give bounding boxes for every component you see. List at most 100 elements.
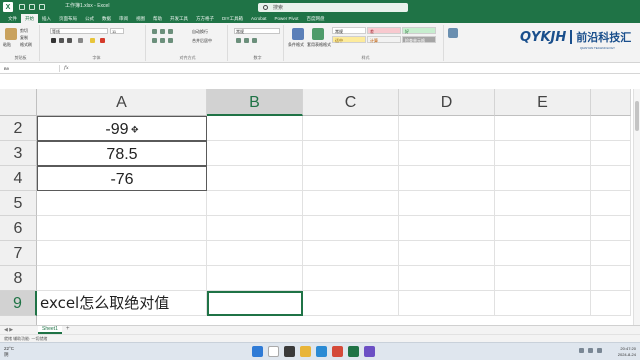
cell-c2[interactable] [303,116,399,141]
bold-icon[interactable] [51,38,56,43]
column-header-a[interactable]: A [37,89,207,116]
cell-a6[interactable] [37,216,207,241]
number-format-select[interactable]: 常规 [234,28,280,34]
cell-d3[interactable] [399,141,495,166]
row-header-5[interactable]: 5 [0,191,37,216]
ribbon-tab[interactable]: 方方格子 [192,14,218,23]
border-icon[interactable] [78,38,83,43]
cell-e3[interactable] [495,141,591,166]
cell-c8[interactable] [303,266,399,291]
cell-c6[interactable] [303,216,399,241]
cell-a8[interactable] [37,266,207,291]
sheet-tab[interactable]: Sheet1 [38,326,62,334]
percent-icon[interactable] [244,38,249,43]
table-format-icon[interactable] [312,28,324,40]
cell-b2[interactable] [207,116,303,141]
cell-d5[interactable] [399,191,495,216]
vertical-scrollbar[interactable] [633,89,640,325]
excel-taskbar-icon[interactable] [348,346,359,357]
cell-c9[interactable] [303,291,399,316]
column-header-stub[interactable] [591,89,631,116]
font-color-icon[interactable] [100,38,105,43]
style-normal[interactable]: 常规 [332,27,366,34]
search-box[interactable]: 搜索 [258,3,408,12]
column-header-c[interactable]: C [303,89,399,116]
cell-a7[interactable] [37,241,207,266]
fx-icon[interactable]: fx [64,65,69,71]
table-format-button[interactable]: 套用表格格式 [307,42,331,48]
battery-icon[interactable] [597,348,602,353]
comma-icon[interactable] [252,38,257,43]
row-header-9[interactable]: 9 [0,291,37,316]
name-box[interactable]: B9 [2,65,60,72]
ribbon-tab[interactable]: 插入 [38,14,55,23]
style-neutral[interactable]: 适中 [332,36,366,43]
conditional-format-button[interactable]: 条件格式 [288,42,304,48]
currency-icon[interactable] [236,38,241,43]
cell-c7[interactable] [303,241,399,266]
row-header-7[interactable]: 7 [0,241,37,266]
insert-cells-icon[interactable] [448,28,458,38]
cell-e4[interactable] [495,166,591,191]
ribbon-tab[interactable]: 视图 [132,14,149,23]
ribbon-tab[interactable]: 开发工具 [166,14,192,23]
style-good[interactable]: 好 [402,27,436,34]
cell-a2[interactable]: -99 ✥ [37,116,207,141]
ribbon-tab[interactable]: 百度网盘 [303,14,329,23]
cell-b9[interactable] [207,291,303,316]
save-icon[interactable] [29,4,35,10]
cell-e7[interactable] [495,241,591,266]
cell-b6[interactable] [207,216,303,241]
cell-a4[interactable]: -76 [37,166,207,191]
cell-d9[interactable] [399,291,495,316]
column-header-d[interactable]: D [399,89,495,116]
cell-b8[interactable] [207,266,303,291]
cell-d8[interactable] [399,266,495,291]
ribbon-tab[interactable]: 审阅 [115,14,132,23]
undo-icon[interactable] [39,4,45,10]
style-calculation[interactable]: 计算 [367,36,401,43]
ribbon-tab[interactable]: 开始 [21,14,38,23]
merge-center-button[interactable]: 合并后居中 [192,38,212,44]
ribbon-tab[interactable]: 公式 [81,14,98,23]
sheet-nav-arrows[interactable]: ◀ ▶ [4,327,13,333]
italic-icon[interactable] [59,38,64,43]
fill-color-icon[interactable] [90,38,95,43]
add-sheet-button[interactable]: + [66,326,70,332]
align-bottom-icon[interactable] [168,29,173,34]
autosave-icon[interactable] [19,4,25,10]
cell-overflow[interactable] [591,216,631,241]
cell-overflow[interactable] [591,266,631,291]
cell-e9[interactable] [495,291,591,316]
start-icon[interactable] [252,346,263,357]
cell-c5[interactable] [303,191,399,216]
cell-c4[interactable] [303,166,399,191]
cell-d2[interactable] [399,116,495,141]
cell-overflow[interactable] [591,191,631,216]
align-top-icon[interactable] [152,29,157,34]
ribbon-tab[interactable]: 页面布局 [55,14,81,23]
cell-a9[interactable]: excel怎么取绝对值 [37,291,207,316]
file-explorer-icon[interactable] [300,346,311,357]
task-view-icon[interactable] [284,346,295,357]
cell-overflow[interactable] [591,241,631,266]
cell-e5[interactable] [495,191,591,216]
align-middle-icon[interactable] [160,29,165,34]
font-name-select[interactable]: 等线 [50,28,108,34]
cell-overflow[interactable] [591,141,631,166]
cell-a5[interactable] [37,191,207,216]
align-center-icon[interactable] [160,38,165,43]
font-size-select[interactable]: 11 [110,28,124,34]
cell-d4[interactable] [399,166,495,191]
search-taskbar-icon[interactable] [268,346,279,357]
ribbon-tab[interactable]: Power Pivot [271,14,303,23]
row-header-4[interactable]: 4 [0,166,37,191]
cell-overflow[interactable] [591,166,631,191]
app-icon[interactable] [332,346,343,357]
column-header-e[interactable]: E [495,89,591,116]
network-icon[interactable] [579,348,584,353]
style-bad[interactable]: 差 [367,27,401,34]
cell-e6[interactable] [495,216,591,241]
cell-b7[interactable] [207,241,303,266]
paste-icon[interactable] [5,28,17,40]
